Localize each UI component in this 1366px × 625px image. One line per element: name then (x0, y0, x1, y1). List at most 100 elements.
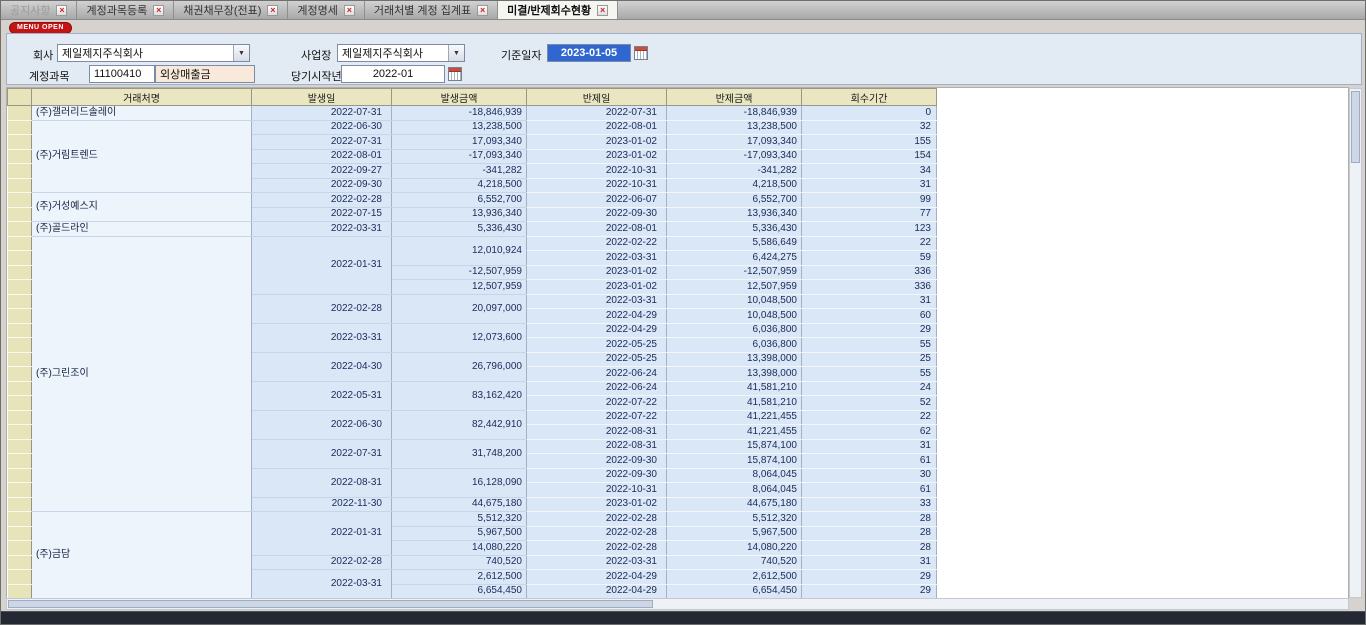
occur-date-cell[interactable]: 2022-06-30 (252, 410, 392, 439)
collect-days-cell[interactable]: 25 (802, 352, 937, 367)
settle-amount-cell[interactable]: 6,552,700 (667, 193, 802, 208)
collect-days-cell[interactable]: 61 (802, 454, 937, 469)
row-selector[interactable] (8, 164, 32, 179)
occur-amount-cell[interactable]: 12,507,959 (392, 280, 527, 295)
settle-date-cell[interactable]: 2022-02-28 (527, 512, 667, 527)
settle-amount-cell[interactable]: 10,048,500 (667, 294, 802, 309)
row-selector[interactable] (8, 439, 32, 454)
row-selector[interactable] (8, 236, 32, 251)
settle-date-cell[interactable]: 2022-05-25 (527, 352, 667, 367)
collect-days-cell[interactable]: 31 (802, 439, 937, 454)
row-selector[interactable] (8, 396, 32, 411)
occur-amount-cell[interactable]: 740,520 (392, 555, 527, 570)
row-selector[interactable] (8, 584, 32, 599)
settle-date-cell[interactable]: 2022-09-30 (527, 468, 667, 483)
occur-date-cell[interactable]: 2022-03-31 (252, 222, 392, 237)
occur-date-cell[interactable]: 2022-11-30 (252, 497, 392, 512)
settle-date-cell[interactable]: 2022-04-29 (527, 570, 667, 585)
tab-notice[interactable]: 공지사항× (1, 1, 77, 19)
settle-date-cell[interactable]: 2022-04-29 (527, 584, 667, 599)
occur-amount-cell[interactable]: -17,093,340 (392, 149, 527, 164)
occur-date-cell[interactable]: 2022-05-31 (252, 381, 392, 410)
occur-amount-cell[interactable]: -18,846,939 (392, 106, 527, 121)
occur-date-cell[interactable]: 2022-03-31 (252, 323, 392, 352)
occur-amount-cell[interactable]: 83,162,420 (392, 381, 527, 410)
collect-days-cell[interactable]: 155 (802, 135, 937, 150)
row-selector[interactable] (8, 425, 32, 440)
occur-date-cell[interactable]: 2022-09-30 (252, 178, 392, 193)
collect-days-cell[interactable]: 29 (802, 323, 937, 338)
row-selector[interactable] (8, 149, 32, 164)
collect-days-cell[interactable]: 336 (802, 280, 937, 295)
row-selector[interactable] (8, 570, 32, 585)
row-selector[interactable] (8, 265, 32, 280)
settle-amount-cell[interactable]: 6,036,800 (667, 323, 802, 338)
tab-close-icon[interactable]: × (56, 5, 67, 16)
occur-date-cell[interactable]: 2022-08-01 (252, 149, 392, 164)
collect-days-cell[interactable]: 61 (802, 483, 937, 498)
occur-amount-cell[interactable]: 82,442,910 (392, 410, 527, 439)
settle-amount-cell[interactable]: 5,586,649 (667, 236, 802, 251)
settle-amount-cell[interactable]: -17,093,340 (667, 149, 802, 164)
tab-receivable-ledger[interactable]: 채권채무장(전표)× (174, 1, 288, 19)
settle-amount-cell[interactable]: 8,064,045 (667, 483, 802, 498)
row-selector[interactable] (8, 468, 32, 483)
occur-date-cell[interactable]: 2022-02-28 (252, 555, 392, 570)
settle-amount-cell[interactable]: 8,064,045 (667, 468, 802, 483)
settle-amount-cell[interactable]: 5,512,320 (667, 512, 802, 527)
corner-header-cell[interactable] (8, 89, 32, 106)
occur-date-cell[interactable]: 2022-03-31 (252, 570, 392, 599)
settle-date-cell[interactable]: 2022-03-31 (527, 251, 667, 266)
row-selector[interactable] (8, 497, 32, 512)
collect-days-cell[interactable]: 34 (802, 164, 937, 179)
settle-amount-cell[interactable]: 5,336,430 (667, 222, 802, 237)
customer-name-cell[interactable]: (주)골드라인 (32, 222, 252, 237)
settle-date-cell[interactable]: 2022-07-22 (527, 410, 667, 425)
collect-days-cell[interactable]: 59 (802, 251, 937, 266)
site-combobox[interactable]: 제일제지주식회사 ▼ (337, 44, 465, 62)
row-selector[interactable] (8, 512, 32, 527)
occur-amount-cell[interactable]: 17,093,340 (392, 135, 527, 150)
col-header-occur-date[interactable]: 발생일 (252, 89, 392, 106)
vertical-scrollbar-thumb[interactable] (1351, 91, 1360, 163)
tab-close-icon[interactable]: × (344, 5, 355, 16)
settle-date-cell[interactable]: 2022-09-30 (527, 207, 667, 222)
occur-amount-cell[interactable]: 14,080,220 (392, 541, 527, 556)
settle-amount-cell[interactable]: 10,048,500 (667, 309, 802, 324)
settle-amount-cell[interactable]: 13,398,000 (667, 352, 802, 367)
settle-date-cell[interactable]: 2022-09-30 (527, 454, 667, 469)
settle-amount-cell[interactable]: 5,967,500 (667, 526, 802, 541)
occur-amount-cell[interactable]: 5,512,320 (392, 512, 527, 527)
horizontal-scrollbar[interactable] (6, 598, 1349, 610)
row-selector[interactable] (8, 367, 32, 382)
collect-days-cell[interactable]: 123 (802, 222, 937, 237)
settle-amount-cell[interactable]: 4,218,500 (667, 178, 802, 193)
settle-amount-cell[interactable]: 41,221,455 (667, 425, 802, 440)
collect-days-cell[interactable]: 28 (802, 512, 937, 527)
col-header-settle-date[interactable]: 반제일 (527, 89, 667, 106)
occur-date-cell[interactable]: 2022-01-31 (252, 236, 392, 294)
occur-date-cell[interactable]: 2022-07-31 (252, 106, 392, 121)
collect-days-cell[interactable]: 28 (802, 541, 937, 556)
customer-name-cell[interactable]: (주)그린조이 (32, 236, 252, 512)
chevron-down-icon[interactable]: ▼ (233, 45, 249, 61)
occur-date-cell[interactable]: 2022-08-31 (252, 468, 392, 497)
collect-days-cell[interactable]: 29 (802, 570, 937, 585)
collect-days-cell[interactable]: 22 (802, 236, 937, 251)
occur-date-cell[interactable]: 2022-02-28 (252, 294, 392, 323)
row-selector[interactable] (8, 251, 32, 266)
tab-close-icon[interactable]: × (267, 5, 278, 16)
settle-date-cell[interactable]: 2022-08-31 (527, 425, 667, 440)
settle-date-cell[interactable]: 2022-04-29 (527, 323, 667, 338)
occur-date-cell[interactable]: 2022-07-31 (252, 439, 392, 468)
collect-days-cell[interactable]: 22 (802, 410, 937, 425)
collect-days-cell[interactable]: 32 (802, 120, 937, 135)
occur-date-cell[interactable]: 2022-01-31 (252, 512, 392, 556)
occur-amount-cell[interactable]: 44,675,180 (392, 497, 527, 512)
col-header-occur-amount[interactable]: 발생금액 (392, 89, 527, 106)
collect-days-cell[interactable]: 55 (802, 367, 937, 382)
collect-days-cell[interactable]: 28 (802, 526, 937, 541)
occur-date-cell[interactable]: 2022-06-30 (252, 120, 392, 135)
customer-name-cell[interactable]: (주)금담 (32, 512, 252, 599)
tab-settlement-status[interactable]: 미결/반제회수현황× (498, 1, 618, 19)
